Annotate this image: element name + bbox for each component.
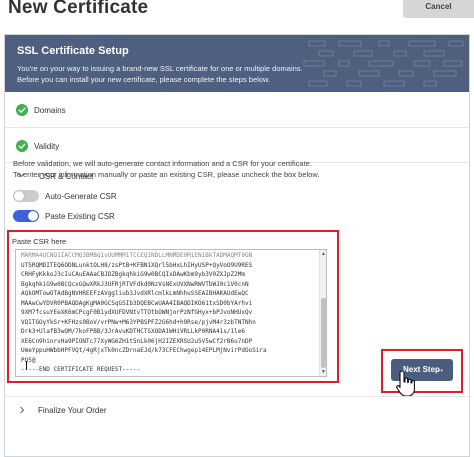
scroll-down-icon[interactable]: ▼ [321,369,326,375]
auto-generate-csr-label: Auto-Generate CSR [45,192,117,201]
csr-description-line-1: Before validation, we will auto-generate… [13,159,312,168]
banner-description: You're on your way to issuing a brand-ne… [17,63,347,85]
cancel-button[interactable]: Cancel [403,0,474,18]
csr-text-content: MARMA4UCNQ1IACCMQ3BMBQ1vUUMMM1TCCEQINDLL… [21,251,316,375]
csr-text-line: MARMA4UCNQ1IACCMQ3BMBQ1vUUMMM1TCCEQINDLL… [21,252,253,259]
auto-generate-csr-toggle[interactable] [13,190,39,202]
step-finalize-order[interactable]: Finalize Your Order [4,396,470,423]
step-finalize-label: Finalize Your Order [38,406,107,415]
csr-text-line: MAAwCwYDVR0PBAQDAgKgMA0GCSqGSIb3DQEBCwUA… [21,299,253,307]
csr-text-line: XE6Cn9hinrvHa9PIONTc77XyWG6ZH1t5nLk06jH2… [21,337,253,345]
csr-text-line: CRHFyKkkoJ3cIuCAuEAAaCBJDZBgkqhkiG9w0BCQ… [21,271,245,278]
csr-text-line: AQkOMTowOTAdBgNVHREEFzAVggliub3JvdXRlcml… [21,290,249,297]
paste-existing-csr-label: Paste Existing CSR [45,212,115,221]
step-domains-label: Domains [34,106,66,115]
banner-title: SSL Certificate Setup [17,45,129,57]
check-circle-icon [16,104,28,116]
textarea-scrollbar[interactable]: ▲ ▼ [319,250,326,376]
banner-line-2: Before you can install your new certific… [17,75,271,84]
toggle-knob [28,211,38,221]
arrow-right-icon: → [435,364,445,375]
csr-textarea[interactable]: MARMA4UCNQ1IACCMQ3BMBQ1vUUMMM1TCCEQINDLL… [15,249,327,377]
text-caret [26,361,27,370]
paste-csr-label: Paste CSR here [12,237,67,246]
banner-line-1: You're on your way to issuing a brand-ne… [17,64,303,73]
check-circle-icon [16,140,28,152]
csr-text-line: -----END CERTIFICATE REQUEST----- [21,366,141,373]
csr-description: Before validation, we will auto-generate… [13,158,453,180]
scrollbar-thumb[interactable] [321,298,326,368]
paste-existing-csr-toggle[interactable] [13,210,39,222]
setup-banner: SSL Certificate Setup You're on your way… [5,35,469,92]
step-validity-label: Validity [34,142,60,151]
csr-text-line: VQITGOyYkSr+KFHzs0BoV/vrPNw+M63YPBSPFZ2G… [21,318,256,326]
csr-text-line: PQ5@ [21,356,36,364]
scroll-up-icon[interactable]: ▲ [321,251,326,257]
page-title: New Certificate [8,0,149,18]
csr-text-line: UTSRQMDITEQ6ODNLunktOLH8/zsPtB+KFBN1XQrl… [21,261,253,269]
csr-text-line: 9XM7fcsuYEeXK6mCPcgF0B1ydXUFDVNtvTTOtbOW… [21,309,253,316]
csr-text-line: BgkqhkiG9w0BCQcxGQwXRkJ3UFRjRTVFdkd0NzVs… [21,280,249,288]
chevron-right-icon [20,406,25,414]
toggle-knob [14,191,24,201]
csr-description-line-2: To enter your information manually or pa… [13,170,320,179]
csr-text-line: UmeYppuHWbbHPFVQt/4gRjxTk0ncZDrnaEJd/k73… [21,347,267,354]
hand-pointer-icon [396,370,415,397]
step-domains[interactable]: Domains [5,92,469,128]
csr-text-line: Drk3+UlafB3wOM/7koFPBB/3JrAvuKDTHCTSXODA… [21,328,245,335]
